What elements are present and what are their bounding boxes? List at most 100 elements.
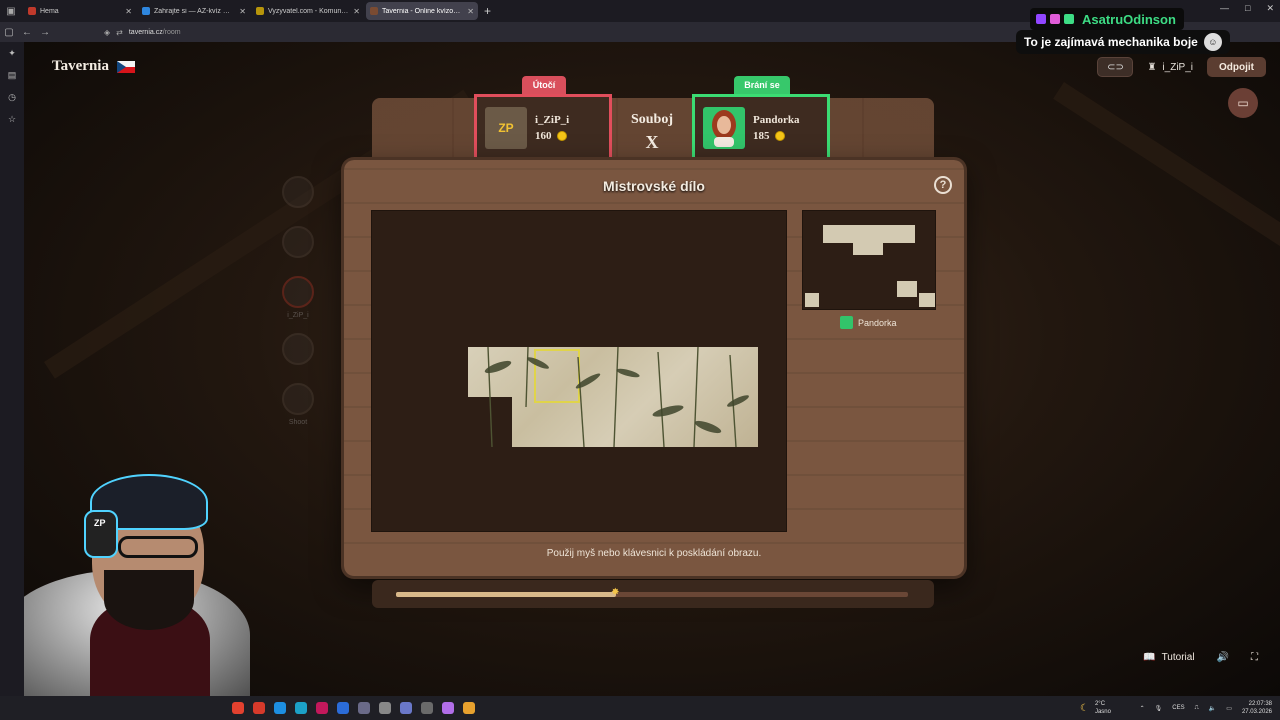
taskbar-app-icon[interactable] xyxy=(274,702,286,714)
timer-fill xyxy=(396,592,617,597)
round-step-icon xyxy=(282,226,314,258)
taskbar-app-icon[interactable] xyxy=(379,702,391,714)
coin-icon xyxy=(556,130,567,141)
preview-piece xyxy=(919,293,935,307)
bookmarks-icon[interactable]: ☆ xyxy=(5,112,19,126)
red-haired-avatar-icon xyxy=(712,109,736,147)
volume-icon[interactable]: 🔊 xyxy=(1217,652,1229,663)
round-step-label: Shoot xyxy=(288,419,308,426)
tutorial-button[interactable]: 📖 Tutorial xyxy=(1143,652,1194,663)
fullscreen-icon[interactable]: ⛶ xyxy=(1251,652,1258,663)
taskbar-app-icon[interactable] xyxy=(442,702,454,714)
brand-logo[interactable]: Tavernia xyxy=(52,58,135,75)
streamer-webcam: ZP xyxy=(24,470,250,696)
puzzle-area[interactable] xyxy=(371,210,787,532)
address-bar[interactable]: ◈ ⇄ tavernia.cz/room xyxy=(104,28,181,37)
os-taskbar: ☾ 2°C Jasno ⌃ 🎙 CES ⎍ 🔈 ▭ 22:07:38 27.03… xyxy=(0,696,1280,720)
coin-icon xyxy=(774,130,785,141)
attacker-role-badge: Útočí xyxy=(522,76,566,94)
weather-desc: Jasno xyxy=(1094,709,1111,715)
close-tab-icon[interactable]: ✕ xyxy=(467,7,474,16)
taskbar-app-icon[interactable] xyxy=(463,702,475,714)
forward-icon[interactable]: → xyxy=(36,27,54,38)
close-tab-icon[interactable]: ✕ xyxy=(239,7,246,16)
ai-icon[interactable]: ✦ xyxy=(5,46,19,60)
chat-message-text: To je zajímavá mechanika boje xyxy=(1024,35,1198,49)
taskbar-app-icon[interactable] xyxy=(421,702,433,714)
player-mini-avatar xyxy=(840,316,853,329)
help-button[interactable]: ? xyxy=(934,176,952,194)
badge-icon xyxy=(1064,14,1074,24)
current-user: ♜ i_ZiP_i xyxy=(1139,62,1201,73)
sidebar-toggle-icon[interactable]: ▣ xyxy=(0,0,22,22)
taskbar-app-icon[interactable] xyxy=(295,702,307,714)
defender-avatar xyxy=(703,106,745,149)
timer-track: ✸ xyxy=(396,588,908,598)
defender-role-badge: Brání se xyxy=(734,76,790,94)
top-right-controls: ⊂⊃ ♜ i_ZiP_i Odpojit xyxy=(1097,57,1266,77)
defender-card: Pandorka 185 xyxy=(692,94,830,158)
brand-name: Tavernia xyxy=(52,58,109,74)
link-icon: ⊂⊃ xyxy=(1107,61,1124,73)
close-window-icon[interactable]: ✕ xyxy=(1266,3,1274,14)
zp-logo: ZP xyxy=(94,518,106,528)
taskbar-app-icon[interactable] xyxy=(358,702,370,714)
twitch-icon xyxy=(1036,14,1046,24)
close-tab-icon[interactable]: ✕ xyxy=(125,7,132,16)
taskbar-apps xyxy=(232,702,475,714)
clock[interactable]: 22:07:38 27.03.2026 xyxy=(1242,700,1272,716)
round-steps: i_ZiP_i Shoot xyxy=(276,162,320,426)
browser-tab[interactable]: Vyzyvatel.com - Komunitní věd✕ xyxy=(252,2,364,20)
chevron-up-icon[interactable]: ⌃ xyxy=(1140,705,1145,712)
system-tray: ⌃ 🎙 CES ⎍ 🔈 ▭ 22:07:38 27.03.2026 xyxy=(1140,696,1272,720)
bamboo-painting xyxy=(484,347,749,447)
mic-icon[interactable]: 🎙 xyxy=(1155,705,1163,712)
moon-icon: ☾ xyxy=(1080,702,1089,714)
chat-icon: ▭ xyxy=(1237,96,1249,110)
taskbar-app-icon[interactable] xyxy=(316,702,328,714)
preview-piece xyxy=(897,281,917,297)
taskbar-app-icon[interactable] xyxy=(400,702,412,714)
user-icon: ♜ xyxy=(1147,61,1157,73)
taskbar-app-icon[interactable] xyxy=(232,702,244,714)
timer-bar: ✸ xyxy=(372,580,934,608)
weather-widget[interactable]: ☾ 2°C Jasno xyxy=(1080,700,1111,716)
page-action-icon[interactable]: ▢ xyxy=(0,27,18,38)
history-icon[interactable]: ◷ xyxy=(5,90,19,104)
synced-tabs-icon[interactable]: ▤ xyxy=(5,68,19,82)
duel-label: Souboj xyxy=(630,112,674,127)
preview-piece xyxy=(823,225,915,243)
browser-tab[interactable]: Tavernia - Online kvízová h ✕ xyxy=(366,2,478,20)
round-step-icon xyxy=(282,276,314,308)
network-icon[interactable]: ⎍ xyxy=(1195,705,1199,712)
close-tab-icon[interactable]: ✕ xyxy=(353,7,360,16)
new-tab-button[interactable]: + xyxy=(484,4,491,18)
preview-player-name: Pandorka xyxy=(858,317,897,328)
twitch-chat-username: AsatruOdinson xyxy=(1030,8,1184,30)
face-emote-icon: ☺ xyxy=(1203,33,1222,51)
invite-link-button[interactable]: ⊂⊃ xyxy=(1097,57,1134,77)
minigame-title: Mistrovské dílo xyxy=(603,178,705,194)
chat-button[interactable]: ▭ xyxy=(1228,88,1258,118)
defender-name: Pandorka xyxy=(753,113,800,126)
taskbar-app-icon[interactable] xyxy=(253,702,265,714)
minigame-board: Mistrovské dílo ? Pandorka Použij myš ne… xyxy=(344,160,964,576)
opponent-progress-preview xyxy=(802,210,936,310)
maximize-icon[interactable]: □ xyxy=(1245,3,1250,14)
defender-score: 185 xyxy=(753,130,799,142)
disconnect-button[interactable]: Odpojit xyxy=(1207,57,1266,77)
speaker-icon[interactable]: 🔈 xyxy=(1209,705,1216,712)
taskbar-app-icon[interactable] xyxy=(337,702,349,714)
attacker-score: 160 xyxy=(535,130,569,142)
battery-icon[interactable]: ▭ xyxy=(1226,705,1232,712)
versus-label: Souboj X xyxy=(618,112,686,153)
tab-title: Zahrajte si — AZ-kvíz — Česká xyxy=(154,7,235,15)
favicon-icon xyxy=(28,7,36,15)
browser-tab[interactable]: Zahrajte si — AZ-kvíz — Česká ✕ xyxy=(138,2,250,20)
back-icon[interactable]: ← xyxy=(18,27,36,38)
minimize-icon[interactable]: — xyxy=(1220,3,1229,14)
lang-indicator[interactable]: CES xyxy=(1172,705,1184,711)
round-step-icon xyxy=(282,383,314,415)
browser-tab[interactable]: Hema ✕ xyxy=(24,2,136,20)
weather-temp: 2°C xyxy=(1094,701,1106,707)
